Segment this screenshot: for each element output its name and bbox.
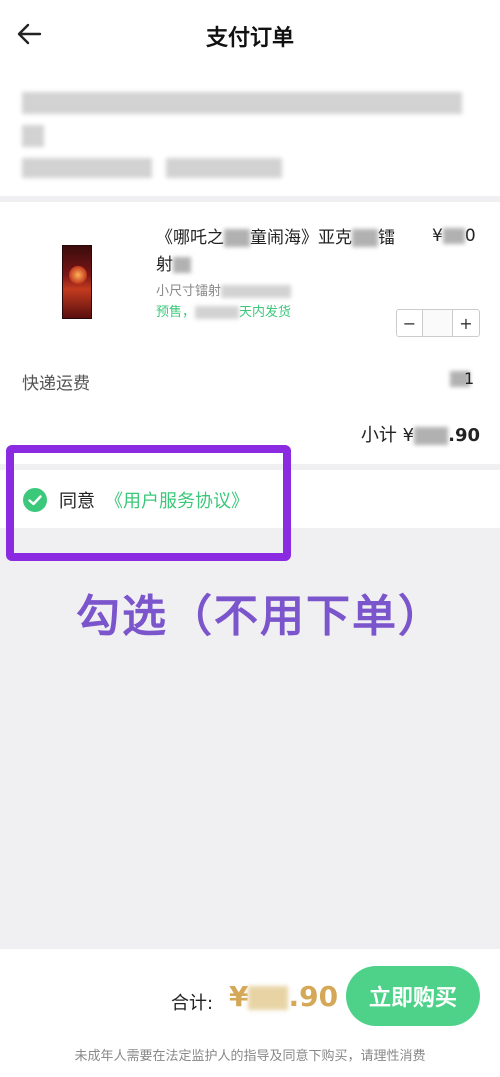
address-redacted-line [22,92,462,114]
decrease-button[interactable]: − [397,310,423,336]
top-bar: 支付订单 [0,0,500,70]
quantity-stepper: − + [396,309,480,337]
page-title: 支付订单 [205,26,294,51]
address-redacted-line [166,158,282,178]
product-thumbnail [62,245,92,319]
product-title-line2: 射 [156,250,191,275]
minor-purchase-notice: 未成年人需要在法定监护人的指导及同意下购买，请理性消费 [74,1049,426,1064]
annotation-text: 勾选（不用下单） [76,591,444,642]
unit-price: ¥0 [432,226,476,246]
product-spec: 小尺寸镭射 [156,280,292,299]
buy-now-button[interactable]: 立即购买 [346,966,480,1026]
total-label: 合计: [171,993,214,1014]
address-redacted-line [22,158,152,178]
shipping-address-card[interactable] [0,70,500,196]
increase-button[interactable]: + [453,310,479,336]
total-amount: ¥ .90 [229,980,339,1013]
shipping-fee-value: 1 [450,369,480,389]
product-card: 《哪吒之 童闹海》亚克镭 射 ¥0 小尺寸镭射 预售， 天内发货 − + 快递运费 … [0,202,500,464]
subtotal: 小计 ¥ .90 [360,425,480,446]
shipping-fee-label: 快递运费 [22,374,90,394]
presale-info: 预售， 天内发货 [156,305,292,320]
quantity-input[interactable] [423,310,453,336]
address-redacted-line [22,125,44,147]
annotation-highlight-box [6,445,291,561]
product-title: 《哪吒之 童闹海》亚克镭 [156,228,395,248]
